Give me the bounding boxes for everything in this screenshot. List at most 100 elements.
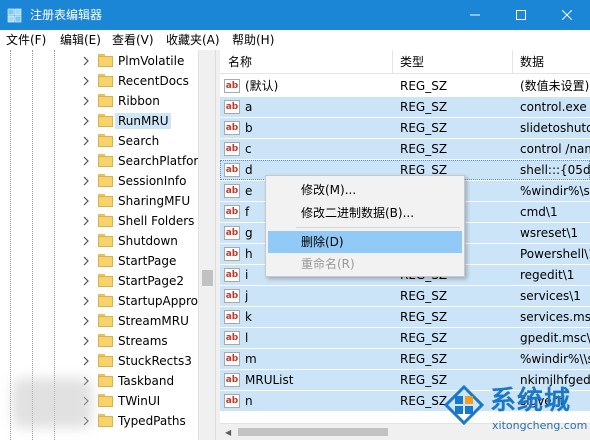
- minimize-button[interactable]: [452, 0, 498, 30]
- value-data: cmd\1: [520, 205, 558, 219]
- tree-guide-line: [10, 50, 11, 440]
- tree-item[interactable]: RecentDocs: [78, 71, 208, 91]
- chevron-right-icon[interactable]: [80, 54, 92, 68]
- tree-item-label: Taskband: [118, 374, 175, 388]
- chevron-right-icon[interactable]: [80, 74, 92, 88]
- tree-item[interactable]: Shutdown: [78, 231, 208, 251]
- maximize-icon: [516, 10, 526, 20]
- tree-item-label: StuckRects3: [118, 354, 192, 368]
- value-data: slidetoshutdown: [520, 121, 590, 135]
- tree-item[interactable]: Search: [78, 131, 208, 151]
- list-row[interactable]: abm REG_SZ %windir%\\sys: [220, 349, 590, 369]
- folder-icon: [98, 234, 113, 247]
- chevron-right-icon[interactable]: [80, 94, 92, 108]
- chevron-right-icon[interactable]: [80, 234, 92, 248]
- chevron-right-icon[interactable]: [80, 334, 92, 348]
- column-separator[interactable]: [392, 50, 393, 74]
- tree-item-label: Streams: [118, 334, 168, 348]
- chevron-right-icon[interactable]: [80, 214, 92, 228]
- tree-item[interactable]: TypedPaths: [78, 411, 208, 431]
- tree-vertical-scrollbar[interactable]: [198, 50, 215, 440]
- tree-item-label: RecentDocs: [118, 74, 189, 88]
- list-scroll-thumb[interactable]: [238, 428, 388, 436]
- menu-file[interactable]: 文件(F): [6, 32, 46, 48]
- column-header-type[interactable]: 类型: [400, 55, 424, 69]
- string-value-icon: ab: [224, 268, 240, 282]
- list-row[interactable]: abl REG_SZ gpedit.msc\1: [220, 328, 590, 348]
- tree-item[interactable]: SearchPlatfor: [78, 151, 208, 171]
- list-row[interactable]: abb REG_SZ slidetoshutdown: [220, 118, 590, 138]
- value-type: REG_SZ: [400, 310, 448, 324]
- string-value-icon: ab: [224, 352, 240, 366]
- folder-icon: [98, 354, 113, 367]
- value-name: a: [245, 100, 253, 114]
- chevron-right-icon[interactable]: [80, 174, 92, 188]
- tree-item[interactable]: PlmVolatile: [78, 51, 208, 71]
- tree-item[interactable]: Ribbon: [78, 91, 208, 111]
- value-name: m: [245, 352, 257, 366]
- tree-scroll-thumb[interactable]: [202, 270, 213, 286]
- tree-item-label: Shutdown: [118, 234, 178, 248]
- tree-item[interactable]: TWinUI: [78, 391, 208, 411]
- value-name: n: [245, 394, 253, 408]
- chevron-right-icon[interactable]: [80, 134, 92, 148]
- tree-item[interactable]: Shell Folders: [78, 211, 208, 231]
- list-header: 名称 类型 数据: [220, 50, 590, 74]
- tree-item[interactable]: RunMRU: [78, 111, 208, 131]
- chevron-right-icon[interactable]: [80, 154, 92, 168]
- column-header-name[interactable]: 名称: [228, 55, 252, 69]
- value-name: MRUList: [245, 373, 294, 387]
- menu-favorites[interactable]: 收藏夹(A): [166, 32, 220, 48]
- tree-item-label: SearchPlatfor: [118, 154, 199, 168]
- list-row[interactable]: ab (默认) REG_SZ (数值未设置): [220, 76, 590, 96]
- title-bar: 注册表编辑器: [0, 0, 590, 30]
- list-row[interactable]: ab j REG_SZ services\1: [220, 286, 590, 306]
- tree-item[interactable]: SharingMFU: [78, 191, 208, 211]
- regedit-app-icon: [7, 8, 22, 23]
- menu-help[interactable]: 帮助(H): [232, 32, 274, 48]
- column-separator[interactable]: [512, 50, 513, 74]
- value-data: gpedit.msc\1: [520, 331, 590, 345]
- chevron-right-icon[interactable]: [80, 274, 92, 288]
- tree-item[interactable]: StreamMRU: [78, 311, 208, 331]
- value-type: REG_SZ: [400, 100, 448, 114]
- list-row[interactable]: abc REG_SZ control /name: [220, 139, 590, 159]
- chevron-right-icon[interactable]: [80, 314, 92, 328]
- tree-item[interactable]: StartPage: [78, 251, 208, 271]
- close-icon: [562, 10, 572, 20]
- tree-item[interactable]: StuckRects3: [78, 351, 208, 371]
- tree-item[interactable]: StartupAppro: [78, 291, 208, 311]
- value-type: REG_SZ: [400, 142, 448, 156]
- tree-item-label: StreamMRU: [118, 314, 189, 328]
- maximize-button[interactable]: [498, 0, 544, 30]
- tree-item-label: StartupAppro: [118, 294, 198, 308]
- scroll-left-icon[interactable]: ◀: [225, 428, 231, 437]
- tree-item[interactable]: Taskband: [78, 371, 208, 391]
- tree-item[interactable]: StartPage2: [78, 271, 208, 291]
- tree-item[interactable]: SessionInfo: [78, 171, 208, 191]
- string-value-icon: ab: [224, 331, 240, 345]
- chevron-right-icon[interactable]: [80, 194, 92, 208]
- chevron-right-icon[interactable]: [80, 114, 92, 128]
- context-modify-binary[interactable]: 修改二进制数据(B)...: [268, 202, 462, 224]
- tree-item-label: SharingMFU: [118, 194, 191, 208]
- menu-view[interactable]: 查看(V): [112, 32, 154, 48]
- value-name: b: [245, 121, 253, 135]
- context-modify[interactable]: 修改(M)...: [268, 179, 462, 201]
- value-data: services\1: [520, 289, 581, 303]
- close-button[interactable]: [544, 0, 590, 30]
- menu-edit[interactable]: 编辑(E): [60, 32, 101, 48]
- list-row[interactable]: aba REG_SZ control.exe des: [220, 97, 590, 117]
- chevron-right-icon[interactable]: [80, 254, 92, 268]
- tree-item[interactable]: Streams: [78, 331, 208, 351]
- list-row[interactable]: abk REG_SZ services.msc\1: [220, 307, 590, 327]
- value-data: %windir%\sys: [520, 184, 590, 198]
- folder-icon: [98, 254, 113, 267]
- string-value-icon: ab: [224, 163, 240, 177]
- chevron-right-icon[interactable]: [80, 294, 92, 308]
- context-delete[interactable]: 删除(D): [268, 231, 462, 253]
- watermark-url: xitongcheng.com: [492, 419, 588, 432]
- chevron-right-icon[interactable]: [80, 354, 92, 368]
- context-rename[interactable]: 重命名(R): [268, 253, 462, 275]
- column-header-data[interactable]: 数据: [520, 55, 544, 69]
